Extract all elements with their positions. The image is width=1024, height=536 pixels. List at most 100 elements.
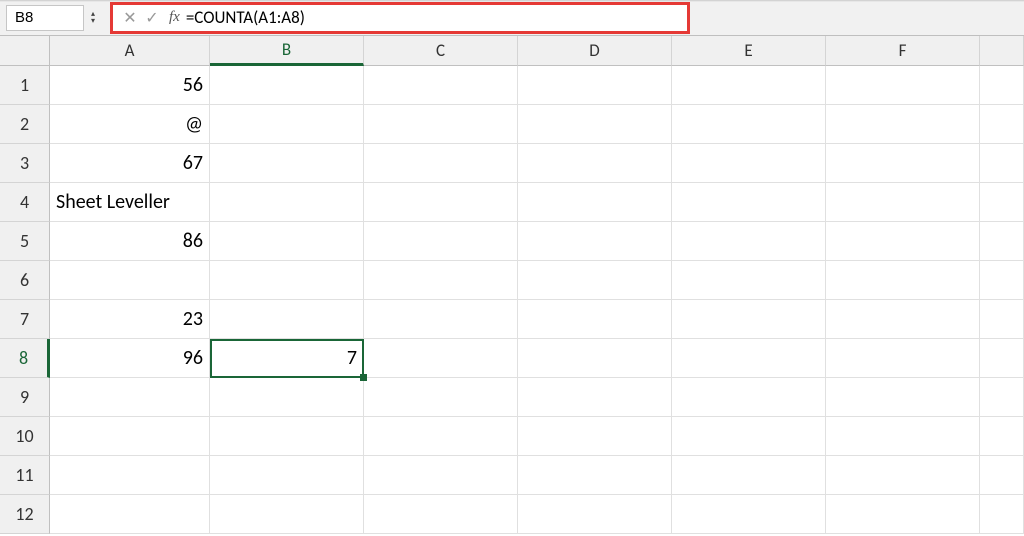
cell-E4[interactable] bbox=[672, 183, 826, 222]
cell-A10[interactable] bbox=[50, 417, 210, 456]
cell-B1[interactable] bbox=[210, 66, 364, 105]
row-header-1[interactable]: 1 bbox=[0, 66, 50, 105]
formula-input[interactable] bbox=[186, 7, 687, 28]
row-header-2[interactable]: 2 bbox=[0, 105, 50, 144]
cell-G9[interactable] bbox=[980, 378, 1024, 417]
cell-F6[interactable] bbox=[826, 261, 980, 300]
cell-B2[interactable] bbox=[210, 105, 364, 144]
cell-C3[interactable] bbox=[364, 144, 518, 183]
fill-handle[interactable] bbox=[360, 374, 367, 381]
cell-G3[interactable] bbox=[980, 144, 1024, 183]
cell-E11[interactable] bbox=[672, 456, 826, 495]
cell-A1[interactable]: 56 bbox=[50, 66, 210, 105]
fx-icon[interactable]: fx bbox=[163, 9, 186, 26]
col-header-A[interactable]: A bbox=[50, 36, 210, 66]
cell-G10[interactable] bbox=[980, 417, 1024, 456]
cell-E6[interactable] bbox=[672, 261, 826, 300]
cell-D5[interactable] bbox=[518, 222, 672, 261]
cell-F12[interactable] bbox=[826, 495, 980, 534]
col-header-F[interactable]: F bbox=[826, 36, 980, 66]
cell-D12[interactable] bbox=[518, 495, 672, 534]
cell-B3[interactable] bbox=[210, 144, 364, 183]
cell-B6[interactable] bbox=[210, 261, 364, 300]
cell-D8[interactable] bbox=[518, 339, 672, 378]
cell-D9[interactable] bbox=[518, 378, 672, 417]
cell-D2[interactable] bbox=[518, 105, 672, 144]
cell-G6[interactable] bbox=[980, 261, 1024, 300]
cell-F8[interactable] bbox=[826, 339, 980, 378]
cell-A6[interactable] bbox=[50, 261, 210, 300]
cell-E7[interactable] bbox=[672, 300, 826, 339]
cell-G12[interactable] bbox=[980, 495, 1024, 534]
cell-B5[interactable] bbox=[210, 222, 364, 261]
cell-D11[interactable] bbox=[518, 456, 672, 495]
row-header-12[interactable]: 12 bbox=[0, 495, 50, 534]
row-header-4[interactable]: 4 bbox=[0, 183, 50, 222]
spreadsheet-grid[interactable]: A B C D E F 1 56 2 @ 3 67 4 Sheet Levell… bbox=[0, 36, 1024, 534]
enter-icon[interactable]: ✓ bbox=[141, 8, 163, 28]
cell-G4[interactable] bbox=[980, 183, 1024, 222]
cell-D3[interactable] bbox=[518, 144, 672, 183]
cell-A9[interactable] bbox=[50, 378, 210, 417]
name-box[interactable]: B8 bbox=[6, 5, 84, 31]
cancel-icon[interactable]: ✕ bbox=[119, 8, 141, 28]
cell-G2[interactable] bbox=[980, 105, 1024, 144]
row-header-6[interactable]: 6 bbox=[0, 261, 50, 300]
row-header-7[interactable]: 7 bbox=[0, 300, 50, 339]
cell-B7[interactable] bbox=[210, 300, 364, 339]
cell-B8[interactable]: 7 bbox=[210, 339, 364, 378]
cell-C7[interactable] bbox=[364, 300, 518, 339]
cell-F9[interactable] bbox=[826, 378, 980, 417]
cell-E5[interactable] bbox=[672, 222, 826, 261]
cell-C1[interactable] bbox=[364, 66, 518, 105]
row-header-3[interactable]: 3 bbox=[0, 144, 50, 183]
cell-A7[interactable]: 23 bbox=[50, 300, 210, 339]
cell-E12[interactable] bbox=[672, 495, 826, 534]
cell-A11[interactable] bbox=[50, 456, 210, 495]
cell-D7[interactable] bbox=[518, 300, 672, 339]
cell-C6[interactable] bbox=[364, 261, 518, 300]
cell-G11[interactable] bbox=[980, 456, 1024, 495]
cell-E2[interactable] bbox=[672, 105, 826, 144]
cell-E10[interactable] bbox=[672, 417, 826, 456]
cell-A4[interactable]: Sheet Leveller bbox=[50, 183, 210, 222]
cell-D4[interactable] bbox=[518, 183, 672, 222]
cell-E3[interactable] bbox=[672, 144, 826, 183]
cell-C5[interactable] bbox=[364, 222, 518, 261]
cell-B4[interactable] bbox=[210, 183, 364, 222]
cell-C12[interactable] bbox=[364, 495, 518, 534]
cell-C10[interactable] bbox=[364, 417, 518, 456]
row-header-10[interactable]: 10 bbox=[0, 417, 50, 456]
cell-F3[interactable] bbox=[826, 144, 980, 183]
cell-B12[interactable] bbox=[210, 495, 364, 534]
col-header-blank[interactable] bbox=[980, 36, 1024, 66]
cell-E9[interactable] bbox=[672, 378, 826, 417]
cell-B10[interactable] bbox=[210, 417, 364, 456]
cell-E8[interactable] bbox=[672, 339, 826, 378]
cell-G1[interactable] bbox=[980, 66, 1024, 105]
cell-D1[interactable] bbox=[518, 66, 672, 105]
col-header-C[interactable]: C bbox=[364, 36, 518, 66]
row-header-8[interactable]: 8 bbox=[0, 339, 50, 378]
cell-D6[interactable] bbox=[518, 261, 672, 300]
cell-A8[interactable]: 96 bbox=[50, 339, 210, 378]
cell-F2[interactable] bbox=[826, 105, 980, 144]
cell-A5[interactable]: 86 bbox=[50, 222, 210, 261]
cell-A12[interactable] bbox=[50, 495, 210, 534]
cell-E1[interactable] bbox=[672, 66, 826, 105]
cell-F11[interactable] bbox=[826, 456, 980, 495]
cell-C2[interactable] bbox=[364, 105, 518, 144]
cell-B11[interactable] bbox=[210, 456, 364, 495]
col-header-B[interactable]: B bbox=[210, 36, 364, 66]
cell-F1[interactable] bbox=[826, 66, 980, 105]
name-box-spinner[interactable]: ▴ ▾ bbox=[86, 5, 100, 31]
row-header-11[interactable]: 11 bbox=[0, 456, 50, 495]
cell-F7[interactable] bbox=[826, 300, 980, 339]
cell-G5[interactable] bbox=[980, 222, 1024, 261]
col-header-D[interactable]: D bbox=[518, 36, 672, 66]
cell-C11[interactable] bbox=[364, 456, 518, 495]
cell-C9[interactable] bbox=[364, 378, 518, 417]
col-header-E[interactable]: E bbox=[672, 36, 826, 66]
cell-F4[interactable] bbox=[826, 183, 980, 222]
cell-D10[interactable] bbox=[518, 417, 672, 456]
